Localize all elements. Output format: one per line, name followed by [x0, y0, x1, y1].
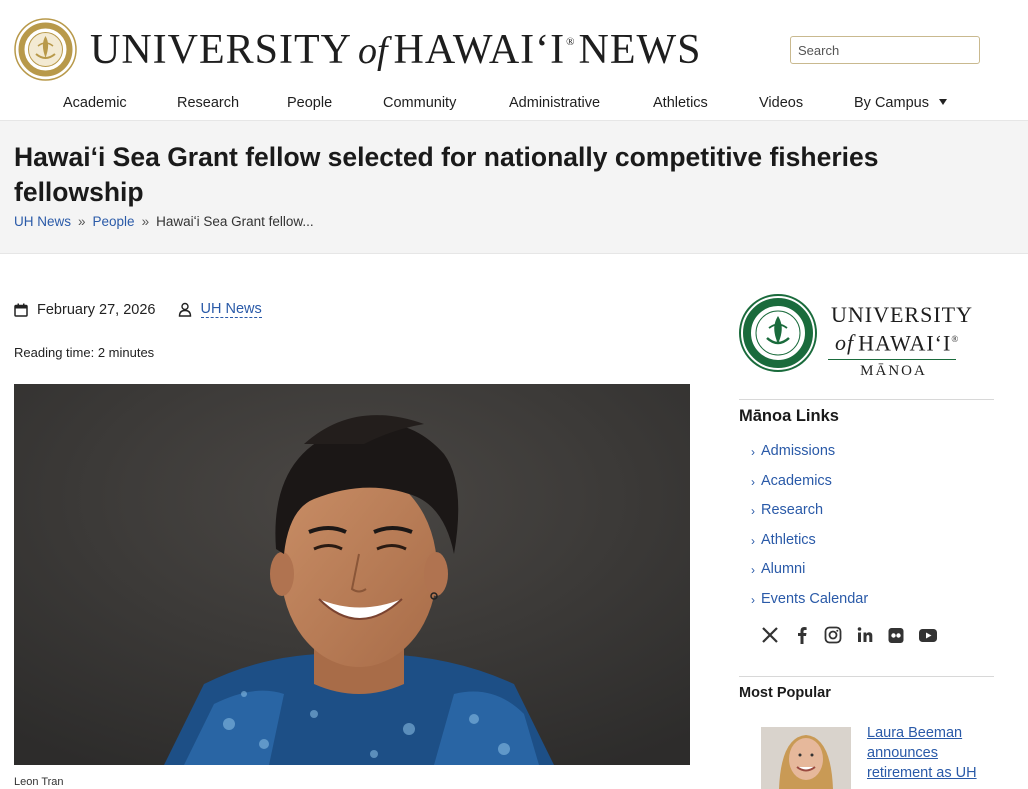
breadcrumb-uh-news[interactable]: UH News: [14, 214, 71, 229]
chevron-right-icon: ›: [751, 504, 755, 518]
manoa-links-list: › Admissions › Academics › Research › Athlet…: [751, 443, 868, 620]
link-alumni[interactable]: Alumni: [761, 561, 805, 577]
chevron-right-icon: ›: [751, 474, 755, 489]
masthead-word-of: of: [357, 30, 388, 72]
nav-item-videos[interactable]: Videos: [759, 95, 803, 111]
chevron-right-icon: ›: [751, 563, 755, 577]
article-date: February 27, 2026: [37, 301, 156, 318]
list-item: › Athletics: [751, 532, 868, 562]
uh-seal-logo[interactable]: [14, 18, 77, 81]
link-athletics[interactable]: Athletics: [761, 532, 816, 548]
list-item: › Research: [751, 502, 868, 532]
chevron-right-icon: ›: [751, 592, 755, 607]
facebook-icon[interactable]: [791, 624, 813, 646]
manoa-seal-icon: [739, 294, 817, 372]
reading-time: Reading time: 2 minutes: [14, 345, 155, 360]
manoa-registered-mark: ®: [951, 334, 960, 344]
link-events-calendar[interactable]: Events Calendar: [761, 591, 868, 607]
manoa-wordmark[interactable]: UNIVERSITY of HAWAIʻI® MĀNOA: [828, 302, 973, 380]
youtube-icon[interactable]: [917, 624, 939, 646]
nav-item-research[interactable]: Research: [177, 95, 239, 111]
caret-down-icon: [938, 99, 947, 105]
instagram-icon[interactable]: [822, 624, 844, 646]
breadcrumb-separator: »: [141, 214, 150, 229]
popular-item-thumbnail[interactable]: [761, 727, 851, 789]
article-author: UH News: [178, 301, 262, 318]
masthead-word-news: NEWS: [578, 27, 702, 73]
article-meta: February 27, 2026 UH News: [14, 301, 262, 318]
breadcrumb-current: Hawaiʻi Sea Grant fellow...: [156, 214, 314, 229]
manoa-wordmark-rule: [828, 359, 956, 361]
portrait-image: [14, 384, 690, 765]
portrait-thumbnail: [761, 727, 851, 789]
linkedin-icon[interactable]: [854, 624, 876, 646]
manoa-links-heading: Mānoa Links: [739, 407, 839, 425]
masthead-wordmark[interactable]: UNIVERSITY of HAWAIʻI®NEWS: [90, 26, 701, 74]
nav-item-community[interactable]: Community: [383, 95, 456, 111]
masthead-word-hawaii: HAWAIʻI: [393, 27, 566, 73]
calendar-icon: [14, 303, 28, 317]
photo-caption: Leon Tran: [14, 776, 64, 788]
user-icon: [178, 302, 191, 317]
manoa-word-hawaii: HAWAIʻI: [858, 330, 952, 356]
chevron-right-icon: ›: [751, 445, 755, 459]
masthead-registered-mark: ®: [566, 36, 575, 48]
nav-item-by-campus[interactable]: By Campus: [854, 95, 947, 111]
list-item: › Alumni: [751, 561, 868, 591]
nav-item-by-campus-label: By Campus: [854, 95, 929, 111]
sidebar-divider: [739, 399, 994, 400]
author-link[interactable]: UH News: [200, 301, 262, 318]
x-icon[interactable]: [759, 624, 781, 646]
manoa-word-of: of: [835, 330, 855, 356]
link-admissions[interactable]: Admissions: [761, 443, 835, 459]
link-research[interactable]: Research: [761, 502, 823, 518]
nav-item-athletics[interactable]: Athletics: [653, 95, 708, 111]
nav-item-academic[interactable]: Academic: [63, 95, 127, 111]
search-input[interactable]: [790, 36, 980, 64]
most-popular-heading: Most Popular: [739, 685, 831, 701]
list-item: › Events Calendar: [751, 591, 868, 621]
manoa-word-university: UNIVERSITY: [831, 302, 973, 327]
popular-item-link[interactable]: Laura Beeman announces retirement as UH: [867, 723, 997, 783]
nav-item-people[interactable]: People: [287, 95, 332, 111]
breadcrumb-people[interactable]: People: [93, 214, 135, 229]
chevron-right-icon: ›: [751, 533, 755, 548]
main-nav: Academic Research People Community Admin…: [0, 92, 1028, 120]
manoa-word-hawaii-line: of HAWAIʻI®: [835, 327, 973, 355]
article-photo: [14, 384, 690, 765]
sidebar-divider: [739, 676, 994, 677]
breadcrumb-separator: »: [78, 214, 86, 229]
nav-item-administrative[interactable]: Administrative: [509, 95, 600, 111]
social-links: [759, 624, 948, 646]
link-academics[interactable]: Academics: [761, 473, 832, 489]
breadcrumb: UH News » People » Hawaiʻi Sea Grant fellow.…: [14, 214, 314, 229]
list-item: › Academics: [751, 473, 868, 503]
site-header: UNIVERSITY of HAWAIʻI®NEWS: [0, 0, 1028, 92]
manoa-word-manoa: MĀNOA: [860, 363, 927, 380]
list-item: › Admissions: [751, 443, 868, 473]
flickr-icon[interactable]: [885, 624, 907, 646]
page-title: Hawaiʻi Sea Grant fellow selected for na…: [14, 142, 879, 207]
masthead-word-university: UNIVERSITY: [90, 27, 352, 73]
